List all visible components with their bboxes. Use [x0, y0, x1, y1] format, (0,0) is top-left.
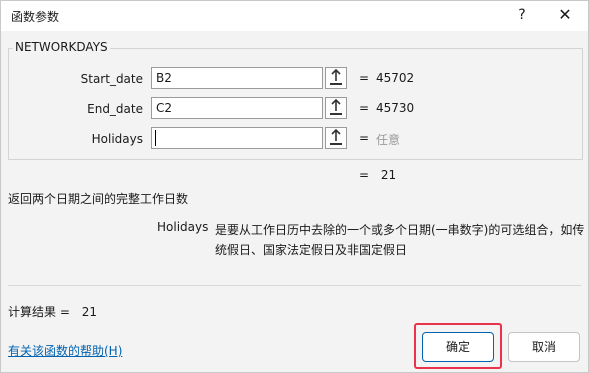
- calculation-result-label: 计算结果 =: [8, 305, 70, 319]
- dialog-title: 函数参数: [11, 10, 60, 24]
- range-select-icon: [330, 68, 342, 85]
- start-date-input[interactable]: B2: [151, 67, 323, 89]
- text-cursor: [155, 130, 156, 146]
- end-date-input[interactable]: C2: [151, 97, 323, 119]
- start-date-label: Start_date: [80, 72, 143, 86]
- close-button[interactable]: ✕: [553, 4, 577, 26]
- holidays-input[interactable]: [151, 127, 323, 149]
- formula-result-value: 21: [380, 168, 397, 182]
- holidays-result: 任意: [376, 133, 401, 147]
- end-date-label: End_date: [87, 102, 143, 116]
- holidays-label: Holidays: [91, 132, 143, 146]
- holidays-collapse-button[interactable]: [325, 127, 347, 149]
- function-name: NETWORKDAYS: [13, 40, 110, 54]
- formula-result-equals: =: [359, 168, 370, 182]
- end-date-result: 45730: [376, 101, 415, 115]
- title-bar: 函数参数 ? ✕: [1, 1, 588, 31]
- start-date-collapse-button[interactable]: [325, 67, 347, 89]
- range-select-icon: [330, 128, 342, 145]
- help-button[interactable]: ?: [511, 4, 533, 26]
- formula-result: = 21: [359, 168, 396, 182]
- function-help-link[interactable]: 有关该函数的帮助(H): [8, 342, 122, 359]
- end-date-equals: =: [359, 101, 370, 115]
- divider: [8, 285, 581, 286]
- calculation-result: 计算结果 = 21: [8, 303, 97, 320]
- argument-description-text: 是要从工作日历中去除的一个或多个日期(一串数字)的可选组合，如传统假日、国家法定…: [215, 223, 585, 257]
- argument-description-name: Holidays: [157, 220, 209, 234]
- start-date-result: 45702: [376, 71, 415, 85]
- range-select-icon: [330, 98, 342, 115]
- calculation-result-value: 21: [81, 305, 97, 319]
- start-date-equals: =: [359, 71, 370, 85]
- end-date-collapse-button[interactable]: [325, 97, 347, 119]
- ok-button[interactable]: 确定: [422, 332, 494, 362]
- holidays-equals: =: [359, 131, 370, 145]
- function-description: 返回两个日期之间的完整工作日数: [8, 192, 189, 206]
- function-arguments-dialog: 函数参数 ? ✕ NETWORKDAYS Start_date B2 = 457…: [0, 0, 589, 373]
- cancel-button[interactable]: 取消: [508, 332, 580, 362]
